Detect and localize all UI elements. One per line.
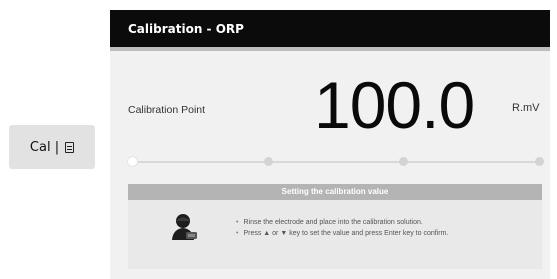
device-screen: Calibration - ORP Calibration Point 100.… <box>110 10 550 279</box>
instruction-panel: Setting the calibration value Rinse the … <box>128 184 542 269</box>
cal-key-label: Cal | <box>29 139 60 155</box>
screen-title: Calibration - ORP <box>128 22 244 36</box>
progress-track <box>132 161 539 163</box>
instruction-item: Press ▲ or ▼ key to set the value and pr… <box>236 228 448 239</box>
calibration-point-label: Calibration Point <box>128 104 206 116</box>
progress-step-dot <box>128 157 137 166</box>
instruction-item: Rinse the electrode and place into the c… <box>236 217 448 228</box>
unit-label: R.mV <box>512 102 540 114</box>
progress-step-dot <box>263 157 273 166</box>
title-bar: Calibration - ORP <box>110 10 550 51</box>
calibration-value: 100.0 <box>314 68 475 142</box>
instruction-list: Rinse the electrode and place into the c… <box>236 217 448 239</box>
panel-header: Setting the calibration value <box>128 184 542 200</box>
technician-icon <box>172 214 197 240</box>
cal-key-button[interactable]: Cal | <box>9 125 95 169</box>
document-icon <box>65 141 75 153</box>
progress-step-dot <box>535 157 544 166</box>
progress-step-dot <box>399 157 409 166</box>
